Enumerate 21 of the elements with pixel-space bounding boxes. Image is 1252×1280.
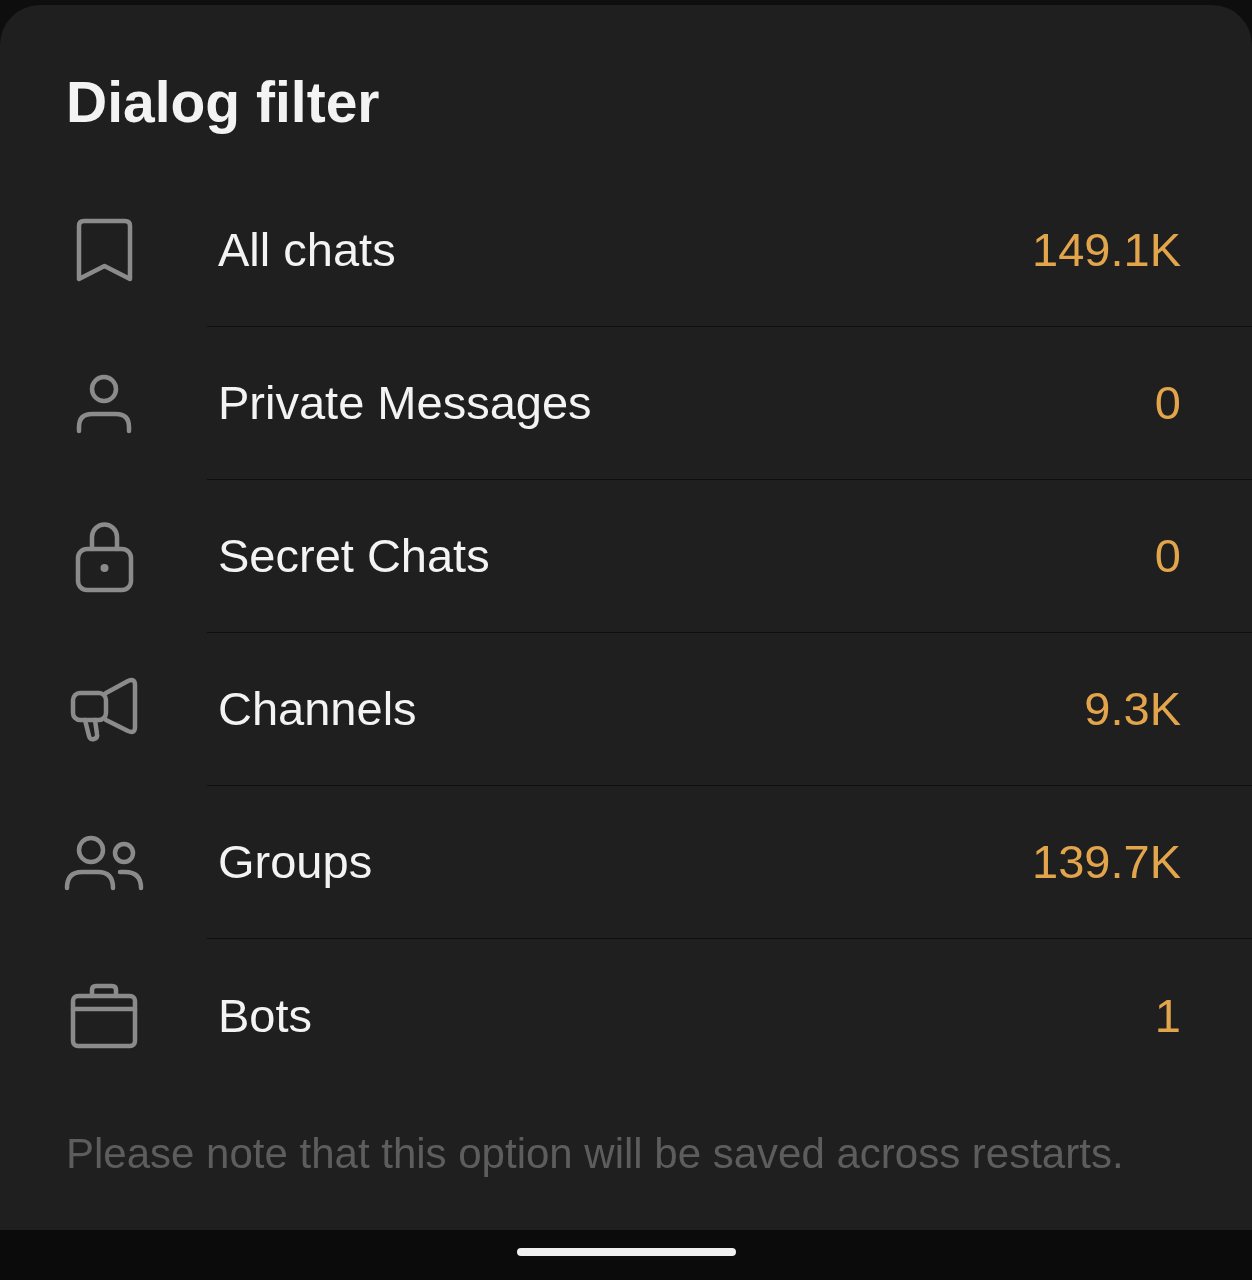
person-icon [76, 373, 132, 434]
chat-count: 0 [1154, 375, 1181, 431]
chat-count: 9.3K [1084, 681, 1181, 737]
chat-count: 1 [1154, 987, 1181, 1044]
megaphone-icon [70, 676, 138, 743]
dialog-title: Dialog filter [66, 69, 380, 135]
footnote-text: Please note that this option will be saved across restarts. [66, 1129, 1124, 1179]
people-icon [64, 834, 144, 891]
lock-icon [74, 520, 134, 593]
chat-count: 0 [1154, 528, 1181, 584]
filter-option[interactable]: Bots [218, 987, 313, 1044]
home-indicator[interactable] [516, 1248, 736, 1256]
bookmark-icon [75, 217, 133, 284]
chat-count: 139.7K [1032, 834, 1181, 890]
chat-count: 149.1K [1032, 222, 1181, 278]
filter-option[interactable]: Private Messages [218, 375, 592, 431]
filter-option[interactable]: Secret Chats [218, 528, 490, 584]
filter-option[interactable]: All chats [218, 222, 396, 278]
briefcase-icon [70, 982, 138, 1049]
filter-option[interactable]: Groups [218, 834, 373, 890]
filter-option[interactable]: Channels [218, 681, 417, 737]
